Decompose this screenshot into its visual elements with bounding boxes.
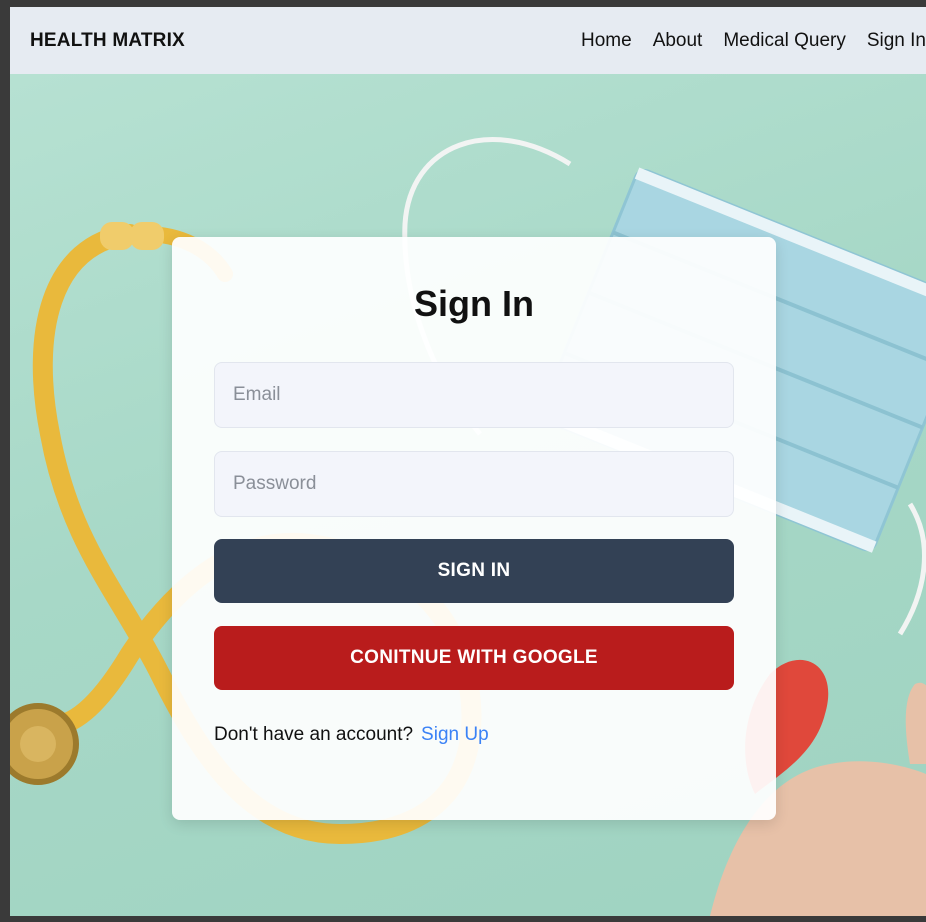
brand-logo[interactable]: HEALTH MATRIX — [30, 30, 185, 52]
nav-link-home[interactable]: Home — [581, 30, 632, 52]
page-title: Sign In — [414, 283, 534, 324]
navbar: HEALTH MATRIX Home About Medical Query S… — [10, 7, 926, 74]
signup-prompt: Don't have an account? Sign Up — [214, 724, 489, 746]
nav-link-medical-query[interactable]: Medical Query — [723, 30, 846, 52]
nav-link-sign-in[interactable]: Sign In — [867, 30, 926, 52]
browser-viewport: HEALTH MATRIX Home About Medical Query S… — [0, 0, 926, 922]
sign-up-link[interactable]: Sign Up — [421, 724, 489, 745]
mask-strap-right — [897, 502, 926, 636]
email-field[interactable] — [214, 362, 734, 428]
no-account-text: Don't have an account? — [214, 724, 414, 745]
nav-links: Home About Medical Query Sign In — [560, 30, 926, 52]
nav-link-about[interactable]: About — [653, 30, 703, 52]
sign-in-button[interactable]: SIGN IN — [214, 539, 734, 603]
continue-with-google-button[interactable]: CONITNUE WITH GOOGLE — [214, 626, 734, 690]
stethoscope-eartip — [100, 222, 134, 250]
sign-in-card: Sign In SIGN IN CONITNUE WITH GOOGLE Don… — [172, 237, 776, 820]
password-field[interactable] — [214, 451, 734, 517]
